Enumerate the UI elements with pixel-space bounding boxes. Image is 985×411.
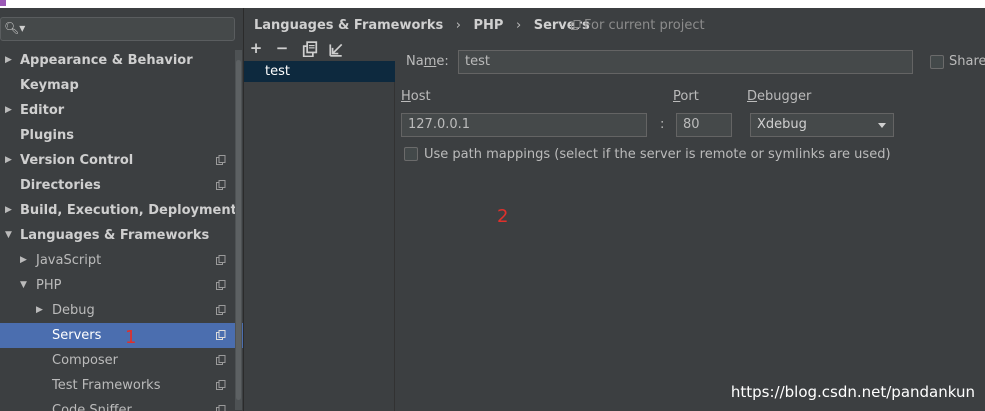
tree-item-directories[interactable]: Directories [0,173,235,198]
scope-label: For current project [584,18,705,33]
chevron-right-icon[interactable]: ▶ [5,98,12,123]
search-icon: 🔍︎▾ [4,21,26,35]
tree-item-label: Composer [52,353,119,368]
tree-item-editor[interactable]: ▶ Editor [0,98,235,123]
chevron-down-icon [878,123,886,128]
tree-item-languages-frameworks[interactable]: ▼ Languages & Frameworks [0,223,235,248]
app-accent-mark [0,0,6,6]
breadcrumb-separator: › [455,18,461,33]
tree-item-debug[interactable]: ▶ Debug [0,298,235,323]
add-icon[interactable]: + [248,40,264,56]
copy-icon[interactable] [302,41,318,57]
project-scope-icon [216,180,226,190]
project-scope-icon [216,305,226,315]
annotation-marker-2: 2 [497,206,509,227]
annotation-marker-1: 1 [125,327,137,348]
tree-item-label: Editor [20,103,65,118]
settings-tree-panel: 🔍︎▾ ▶ Appearance & Behavior Keymap ▶ Edi… [0,8,243,411]
window-top-strip [0,0,985,8]
chevron-right-icon[interactable]: ▶ [5,148,12,173]
port-field[interactable]: 80 [676,113,732,137]
project-scope-icon [216,155,226,165]
tree-item-label: PHP [36,278,62,293]
tree-item-keymap[interactable]: Keymap [0,73,235,98]
server-list-item[interactable]: test [244,61,395,82]
server-list: test [244,61,395,411]
tree-item-php[interactable]: ▼ PHP [0,273,235,298]
tree-item-label: Languages & Frameworks [20,228,210,243]
project-scope-icon [216,405,226,411]
chevron-right-icon[interactable]: ▶ [36,298,43,323]
debugger-label: Debugger [747,89,812,104]
debugger-selected-value: Xdebug [757,117,807,132]
tree-item-label: Version Control [20,153,134,168]
tree-item-appearance-behavior[interactable]: ▶ Appearance & Behavior [0,48,235,73]
tree-item-label: Debug [52,303,95,318]
project-scope-icon [216,380,226,390]
tree-item-label: Code Sniffer [52,403,132,411]
tree-item-label: Directories [20,178,101,193]
debugger-select[interactable]: Xdebug [750,113,894,137]
project-scope-icon [216,355,226,365]
shared-label: Shared [949,54,985,69]
tree-item-javascript[interactable]: ▶ JavaScript [0,248,235,273]
tree-item-label: Keymap [20,78,79,93]
server-form: Name: test Shared Host Port Debugger 127… [396,40,985,411]
port-label: Port [673,89,699,104]
chevron-right-icon[interactable]: ▶ [5,48,12,73]
tree-scrollbar[interactable] [235,50,242,410]
tree-item-label: Build, Execution, Deployment [20,203,237,218]
remove-icon[interactable]: − [274,40,290,56]
chevron-right-icon[interactable]: ▶ [20,248,27,273]
project-scope-icon [216,280,226,290]
chevron-down-icon[interactable]: ▼ [5,223,12,248]
chevron-down-icon[interactable]: ▼ [20,273,27,298]
project-scope-icon [571,20,581,30]
name-label: Name: [406,54,449,69]
settings-search-input[interactable]: 🔍︎▾ [0,17,235,41]
path-mappings-label: Use path mappings (select if the server … [424,147,891,162]
tree-item-label: Appearance & Behavior [20,53,193,68]
import-icon[interactable] [328,41,344,57]
tree-item-label: Servers [52,328,102,343]
tree-item-composer[interactable]: Composer [0,348,235,373]
scope-indicator: For current project [571,16,705,36]
host-field[interactable]: 127.0.0.1 [401,113,647,137]
name-field[interactable]: test [458,50,913,74]
breadcrumb-item: Languages & Frameworks [254,18,444,33]
tree-item-build-execution-deployment[interactable]: ▶ Build, Execution, Deployment [0,198,237,223]
tree-item-version-control[interactable]: ▶ Version Control [0,148,235,173]
tree-item-label: JavaScript [36,253,102,268]
scrollbar-thumb[interactable] [236,60,241,400]
tree-item-plugins[interactable]: Plugins [0,123,235,148]
tree-item-test-frameworks[interactable]: Test Frameworks [0,373,235,398]
path-mappings-checkbox[interactable] [404,147,418,161]
breadcrumb-separator: › [515,18,522,33]
watermark: https://blog.csdn.net/pandankun [730,383,975,401]
chevron-right-icon[interactable]: ▶ [5,198,12,223]
tree-item-servers[interactable]: Servers 1 [0,323,243,348]
tree-item-label: Test Frameworks [52,378,161,393]
project-scope-icon [216,255,226,265]
tree-item-code-sniffer[interactable]: Code Sniffer [0,398,235,411]
host-port-colon: : [660,117,665,132]
breadcrumb: Languages & Frameworks › PHP › Servers [254,16,598,36]
tree-item-label: Plugins [20,128,74,143]
shared-checkbox[interactable] [930,55,944,69]
project-scope-icon [216,330,226,340]
host-label: Host [401,89,431,104]
breadcrumb-item: PHP [473,18,504,33]
